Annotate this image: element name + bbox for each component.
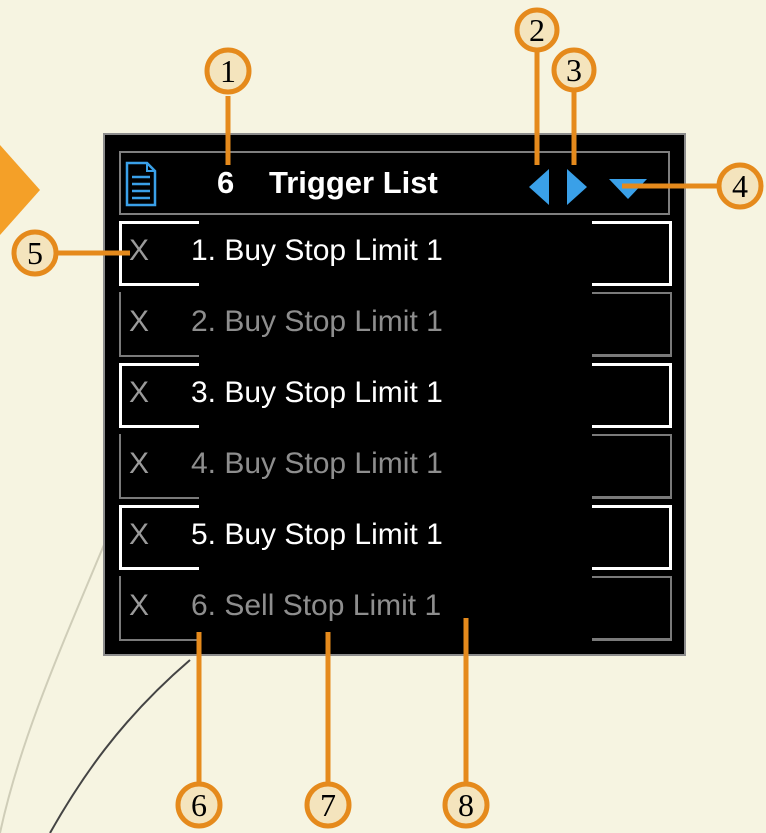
trigger-label[interactable]: 5. Buy Stop Limit 1 <box>191 515 443 555</box>
orange-pointer-shape <box>0 145 40 235</box>
trigger-list-header: 6 Trigger List <box>119 151 670 215</box>
trigger-row[interactable]: X 5. Buy Stop Limit 1 <box>119 505 672 570</box>
delete-trigger-button[interactable]: X <box>129 515 149 555</box>
trigger-label[interactable]: 1. Buy Stop Limit 1 <box>191 231 443 271</box>
delete-trigger-button[interactable]: X <box>129 444 149 484</box>
row-bracket-right <box>592 576 672 641</box>
trigger-count: 6 <box>217 165 235 200</box>
row-bracket-right <box>592 363 672 428</box>
row-bracket-right <box>592 221 672 286</box>
triangle-down-icon[interactable] <box>609 179 647 199</box>
trigger-label[interactable]: 2. Buy Stop Limit 1 <box>191 302 443 342</box>
document-list-icon[interactable] <box>125 161 157 207</box>
trigger-row[interactable]: X 1. Buy Stop Limit 1 <box>119 221 672 286</box>
delete-trigger-button[interactable]: X <box>129 373 149 413</box>
triangle-right-icon[interactable] <box>565 169 587 205</box>
row-bracket-right <box>592 292 672 357</box>
row-bracket-right <box>592 505 672 570</box>
trigger-list-title: Trigger List <box>269 165 438 200</box>
trigger-label[interactable]: 6. Sell Stop Limit 1 <box>191 586 441 626</box>
trigger-label[interactable]: 3. Buy Stop Limit 1 <box>191 373 443 413</box>
delete-trigger-button[interactable]: X <box>129 302 149 342</box>
trigger-row[interactable]: X 6. Sell Stop Limit 1 <box>119 576 672 641</box>
delete-trigger-button[interactable]: X <box>129 231 149 271</box>
trigger-row[interactable]: X 2. Buy Stop Limit 1 <box>119 292 672 357</box>
trigger-label[interactable]: 4. Buy Stop Limit 1 <box>191 444 443 484</box>
triangle-left-icon[interactable] <box>529 169 551 205</box>
trigger-row[interactable]: X 3. Buy Stop Limit 1 <box>119 363 672 428</box>
trigger-row[interactable]: X 4. Buy Stop Limit 1 <box>119 434 672 499</box>
trigger-list-panel: 6 Trigger List X 1. Buy Stop Limit 1 X 2… <box>103 133 686 656</box>
delete-trigger-button[interactable]: X <box>129 586 149 626</box>
row-bracket-right <box>592 434 672 499</box>
